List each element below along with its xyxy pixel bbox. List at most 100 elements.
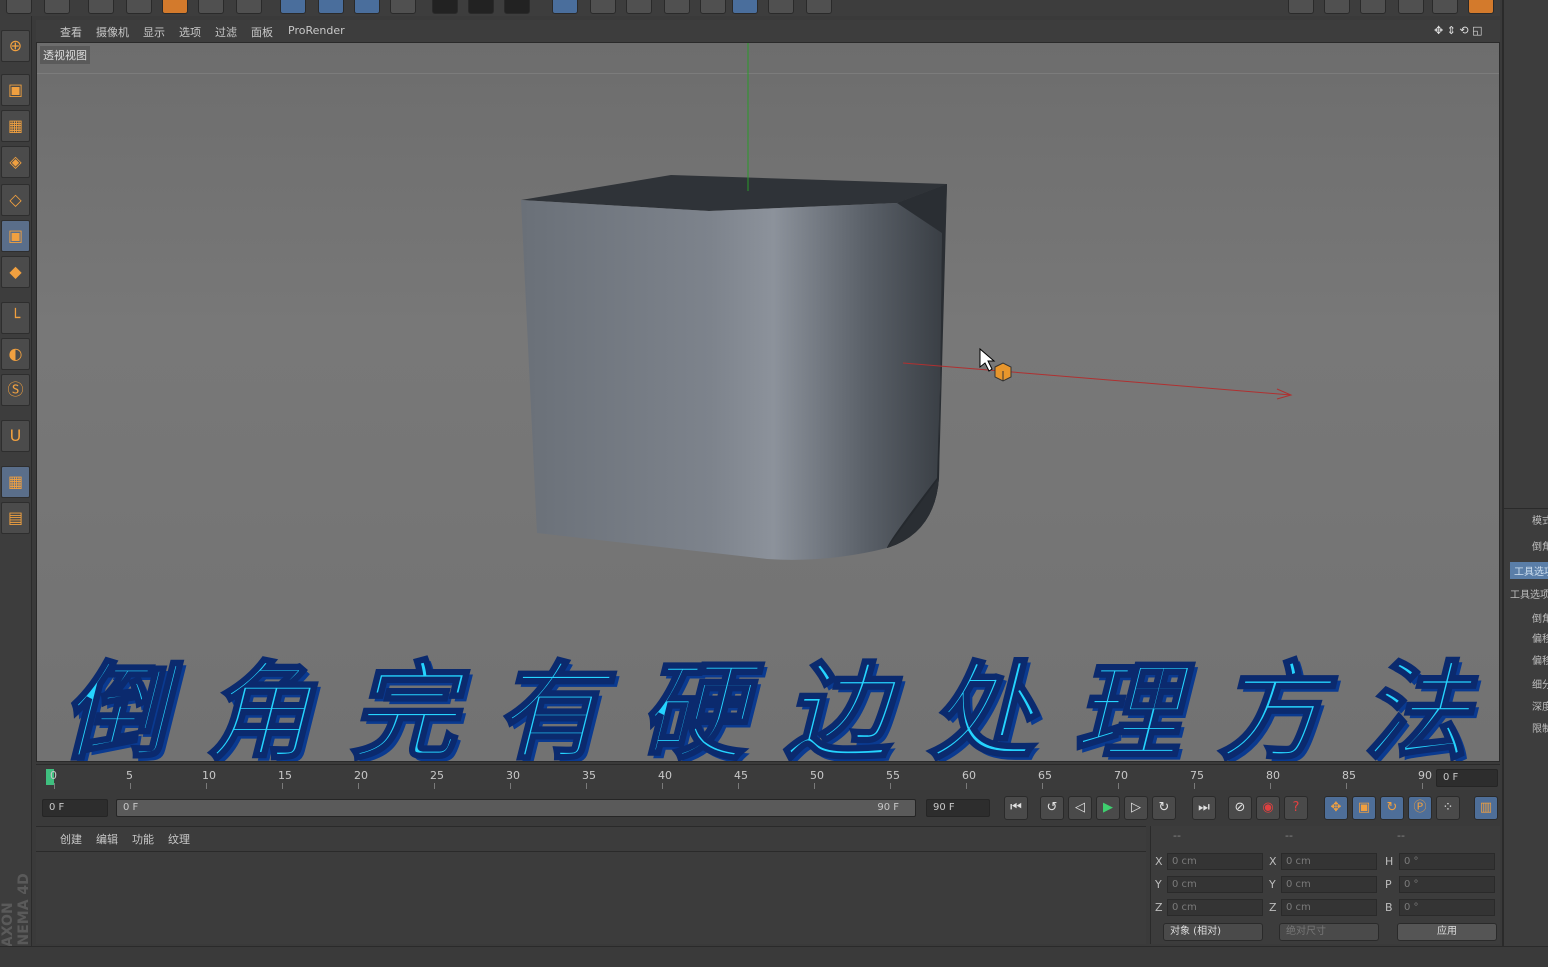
frame-range-slider[interactable]: 0 F 90 F	[116, 799, 916, 817]
layout-icon[interactable]	[1432, 0, 1458, 14]
array-icon[interactable]	[664, 0, 690, 14]
subtitle-char: 有	[494, 650, 608, 762]
spline-pen-icon[interactable]	[590, 0, 616, 14]
menu-create[interactable]: 创建	[60, 831, 82, 847]
timeline-tick-label: 75	[1190, 769, 1204, 782]
move-tool-icon[interactable]	[126, 0, 152, 14]
end-frame-field[interactable]: 90 F	[926, 799, 990, 817]
menu-function[interactable]: 功能	[132, 831, 154, 847]
position-x-field[interactable]: 0 cm	[1167, 853, 1263, 870]
previous-frame-icon[interactable]: ◁	[1068, 796, 1092, 820]
timeline-tick	[130, 783, 131, 789]
parameter-key-icon[interactable]: Ⓟ	[1408, 796, 1432, 820]
polygons-mode-icon[interactable]: ◆	[1, 256, 30, 288]
scale-tool-icon[interactable]	[162, 0, 188, 14]
previous-key-icon[interactable]: ↺	[1040, 796, 1064, 820]
solo-icon[interactable]: Ⓢ	[1, 374, 30, 406]
position-y-field[interactable]: 0 cm	[1167, 876, 1263, 893]
object-icon[interactable]	[236, 0, 262, 14]
timeline-ruler[interactable]: 0 5 10 15 20 25 30 35 40 45 50 55 60 65 70 75 80 85 90 0 F	[36, 764, 1500, 790]
z-axis-icon[interactable]	[354, 0, 380, 14]
live-select-icon[interactable]	[88, 0, 114, 14]
menu-texture[interactable]: 纹理	[168, 831, 190, 847]
viewport-nav-icon[interactable]: ✥ ⇕ ⟲ ◱	[1434, 24, 1483, 37]
menu-edit[interactable]: 编辑	[96, 831, 118, 847]
play-icon[interactable]: ▶	[1096, 796, 1120, 820]
points-mode-icon[interactable]: ◇	[1, 184, 30, 216]
make-editable-icon[interactable]: ⊕	[1, 30, 30, 62]
axis-mode-icon[interactable]: └	[1, 302, 30, 334]
redo-icon[interactable]	[44, 0, 70, 14]
timeline-tick-label: 80	[1266, 769, 1280, 782]
subtitle-char: 方	[1217, 650, 1331, 762]
timeline-tick-label: 90	[1418, 769, 1432, 782]
record-keys-icon[interactable]: ⊘	[1228, 796, 1252, 820]
size-mode-dropdown[interactable]: 绝对尺寸	[1279, 923, 1379, 941]
keyframe-selection-icon[interactable]: ?	[1284, 796, 1308, 820]
apply-button[interactable]: 应用	[1397, 923, 1497, 941]
texture-mode-icon[interactable]: ▦	[1, 110, 30, 142]
menu-cameras[interactable]: 摄像机	[96, 24, 129, 40]
rotation-key-icon[interactable]: ↻	[1380, 796, 1404, 820]
next-frame-icon[interactable]: ▷	[1124, 796, 1148, 820]
snap-icon[interactable]	[1288, 0, 1314, 14]
go-to-end-icon[interactable]: ⏭	[1192, 796, 1216, 820]
y-axis-icon[interactable]	[318, 0, 344, 14]
rotate-tool-icon[interactable]	[198, 0, 224, 14]
x-axis-icon[interactable]	[280, 0, 306, 14]
start-frame-field[interactable]: 0 F	[42, 799, 108, 817]
perspective-viewport[interactable]: 透视视图 倒 角 完 有 硬 边 处 理 方 法	[36, 42, 1500, 762]
render-picture-viewer-icon[interactable]	[468, 0, 494, 14]
next-key-icon[interactable]: ↻	[1152, 796, 1176, 820]
help-icon[interactable]	[1398, 0, 1424, 14]
camera-icon[interactable]	[768, 0, 794, 14]
menu-display[interactable]: 显示	[143, 24, 165, 40]
tweak-mode-icon[interactable]: ◐	[1, 338, 30, 370]
size-y-field[interactable]: 0 cm	[1281, 876, 1377, 893]
object-axis-icon[interactable]	[994, 362, 1012, 382]
menu-filter[interactable]: 过滤	[215, 24, 237, 40]
current-frame-field[interactable]: 0 F	[1436, 769, 1498, 787]
beveled-cube[interactable]	[521, 175, 947, 560]
menu-panel[interactable]: 面板	[251, 24, 273, 40]
workplane-icon[interactable]	[1324, 0, 1350, 14]
cube-primitive-icon[interactable]	[552, 0, 578, 14]
workplane-mode-icon[interactable]: ◈	[1, 146, 30, 178]
deformer-icon[interactable]	[700, 0, 726, 14]
attribute-tab-mode[interactable]: 模式	[1532, 512, 1548, 527]
snapping-magnet-icon[interactable]: U	[1, 420, 30, 452]
go-to-start-icon[interactable]: ⏮	[1004, 796, 1028, 820]
position-key-icon[interactable]: ✥	[1324, 796, 1348, 820]
size-z-field[interactable]: 0 cm	[1281, 899, 1377, 916]
light-icon[interactable]	[806, 0, 832, 14]
python-icon[interactable]	[1468, 0, 1494, 14]
menu-view[interactable]: 查看	[60, 24, 82, 40]
timeline-tick-label: 15	[278, 769, 292, 782]
coordinate-system-icon[interactable]	[390, 0, 416, 14]
size-x-field[interactable]: 0 cm	[1281, 853, 1377, 870]
axis-lock-icon[interactable]	[1360, 0, 1386, 14]
tool-options-tab[interactable]: 工具选项	[1510, 562, 1548, 579]
menu-options[interactable]: 选项	[179, 24, 201, 40]
autokey-icon[interactable]: ◉	[1256, 796, 1280, 820]
subdivision-icon[interactable]	[626, 0, 652, 14]
planar-workplane-icon[interactable]: ▤	[1, 502, 30, 534]
point-level-key-icon[interactable]: ⁘	[1436, 796, 1460, 820]
floor-icon[interactable]	[732, 0, 758, 14]
undo-icon[interactable]	[6, 0, 32, 14]
coordinate-mode-dropdown[interactable]: 对象 (相对)	[1163, 923, 1263, 941]
menu-prorender[interactable]: ProRender	[288, 24, 345, 37]
render-settings-icon[interactable]	[504, 0, 530, 14]
lock-workplane-icon[interactable]: ▦	[1, 466, 30, 498]
model-mode-icon[interactable]: ▣	[1, 74, 30, 106]
timeline-scheme-icon[interactable]: ▥	[1474, 796, 1498, 820]
edges-mode-icon[interactable]: ▣	[1, 220, 30, 252]
rotation-h-field[interactable]: 0 °	[1399, 853, 1495, 870]
render-view-icon[interactable]	[432, 0, 458, 14]
rotation-p-field[interactable]: 0 °	[1399, 876, 1495, 893]
rotation-b-field[interactable]: 0 °	[1399, 899, 1495, 916]
position-z-field[interactable]: 0 cm	[1167, 899, 1263, 916]
scale-key-icon[interactable]: ▣	[1352, 796, 1376, 820]
coord-label: X	[1269, 855, 1277, 868]
timeline-tick-label: 40	[658, 769, 672, 782]
